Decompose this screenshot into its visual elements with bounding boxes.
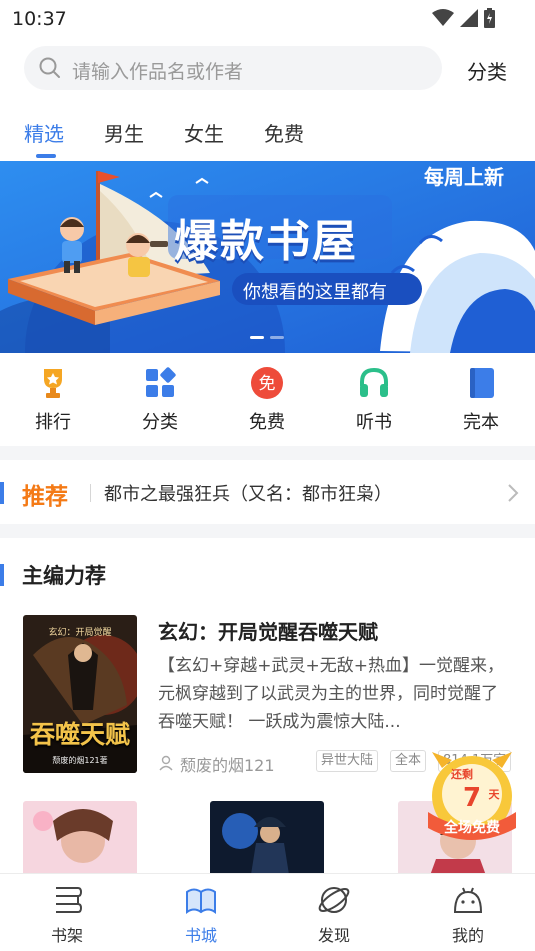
book-cover[interactable] bbox=[210, 801, 324, 873]
recommend-text: 都市之最强狂兵（又名：都市狂枭） bbox=[104, 484, 392, 505]
section-divider bbox=[0, 446, 535, 460]
author-icon bbox=[159, 755, 173, 771]
quick-entry-ranking[interactable]: 排行 bbox=[18, 366, 88, 434]
quick-entries: 排行 分类 免 免费 听书 完本 bbox=[0, 366, 535, 438]
recommend-separator bbox=[90, 484, 91, 502]
banner[interactable]: 爆款书屋 你想看的这里都有 每周上新 bbox=[0, 161, 535, 353]
trophy-icon bbox=[44, 369, 62, 398]
tab-male[interactable]: 男生 bbox=[104, 118, 144, 147]
section-accent bbox=[0, 564, 4, 586]
nav-label: 我的 bbox=[451, 926, 484, 945]
wifi-icon bbox=[432, 9, 454, 26]
nav-discover[interactable]: 发现 bbox=[294, 884, 374, 946]
nav-label: 书架 bbox=[50, 926, 83, 945]
svg-text:免: 免 bbox=[259, 374, 276, 394]
quick-entry-audio[interactable]: 听书 bbox=[339, 366, 409, 434]
section-title: 主编力荐 bbox=[22, 564, 106, 588]
book-cover: 玄幻：开局觉醒 吞噬天赋 颓废的烟121著 bbox=[23, 615, 137, 773]
battery-icon bbox=[484, 8, 495, 28]
book-cover[interactable] bbox=[23, 801, 137, 873]
book-tag: 全本 bbox=[390, 750, 427, 772]
search-row: 请输入作品名或作者 分类 bbox=[0, 44, 535, 94]
book-description: 【玄幻+穿越+武灵+无敌+热血】一觉醒来，元枫穿越到了以武灵为主的世界，同时觉醒… bbox=[158, 656, 504, 732]
promo-bottom: 全场免费 bbox=[443, 819, 500, 836]
signal-icon bbox=[460, 9, 478, 27]
chevron-right-icon bbox=[508, 484, 519, 502]
channel-tabs: 精选 男生 女生 免费 bbox=[0, 114, 535, 162]
quick-entry-completed[interactable]: 完本 bbox=[446, 366, 516, 434]
banner-badge: 每周上新 bbox=[424, 165, 504, 189]
banner-subtitle: 你想看的这里都有 bbox=[243, 282, 387, 303]
section-header: 主编力荐 bbox=[0, 556, 535, 596]
tab-free[interactable]: 免费 bbox=[264, 118, 304, 147]
cover-author: 颓废的烟121著 bbox=[52, 756, 108, 765]
book-title: 玄幻：开局觉醒吞噬天赋 bbox=[158, 620, 378, 644]
headphones-icon bbox=[360, 367, 388, 397]
banner-title: 爆款书屋 bbox=[174, 216, 358, 267]
promo-top: 还剩 bbox=[450, 767, 473, 781]
book-icon bbox=[470, 368, 494, 398]
free-icon: 免 bbox=[251, 367, 283, 399]
book-author: 颓废的烟121 bbox=[180, 756, 275, 775]
grid-icon bbox=[146, 367, 176, 397]
nav-label: 发现 bbox=[317, 926, 350, 945]
search-placeholder: 请输入作品名或作者 bbox=[72, 61, 244, 83]
bookshelf-icon bbox=[56, 887, 83, 913]
quick-entry-label: 免费 bbox=[249, 412, 285, 433]
planet-icon bbox=[318, 887, 350, 913]
search-icon bbox=[39, 57, 60, 78]
bottom-nav: 书架 书城 发现 我的 bbox=[0, 873, 535, 951]
tab-featured[interactable]: 精选 bbox=[24, 118, 64, 147]
nav-profile[interactable]: 我的 bbox=[428, 884, 508, 946]
book-tag: 异世大陆 bbox=[316, 750, 379, 772]
cover-top-text: 玄幻：开局觉醒 bbox=[48, 628, 112, 638]
status-time: 10:37 bbox=[12, 8, 67, 30]
nav-bookstore[interactable]: 书城 bbox=[161, 884, 241, 946]
search-input[interactable]: 请输入作品名或作者 bbox=[24, 46, 442, 90]
cover-title: 吞噬天赋 bbox=[29, 720, 130, 749]
status-bar: 10:37 bbox=[0, 0, 535, 38]
recommend-tag: 推荐 bbox=[22, 484, 68, 510]
promo-badge[interactable]: 7 还剩 天 全场免费 bbox=[422, 748, 522, 848]
section-divider bbox=[0, 524, 535, 538]
promo-unit: 天 bbox=[489, 788, 501, 801]
recommend-accent bbox=[0, 482, 4, 504]
tab-female[interactable]: 女生 bbox=[184, 118, 224, 147]
quick-entry-label: 排行 bbox=[35, 412, 71, 433]
nav-label: 书城 bbox=[184, 926, 217, 945]
quick-entry-label: 分类 bbox=[142, 412, 178, 433]
quick-entry-label: 听书 bbox=[356, 412, 392, 433]
quick-entry-category[interactable]: 分类 bbox=[125, 366, 195, 434]
bookstore-icon bbox=[186, 888, 216, 914]
quick-entry-label: 完本 bbox=[463, 412, 499, 433]
promo-badge-art: 7 还剩 天 全场免费 bbox=[428, 752, 516, 840]
profile-icon bbox=[453, 887, 483, 913]
quick-entry-free[interactable]: 免 免费 bbox=[232, 366, 302, 434]
promo-days: 7 bbox=[463, 783, 481, 813]
status-icons bbox=[432, 8, 495, 28]
nav-bookshelf[interactable]: 书架 bbox=[27, 884, 107, 946]
recommend-bar[interactable]: 推荐 都市之最强狂兵（又名：都市狂枭） bbox=[0, 462, 535, 524]
category-button[interactable]: 分类 bbox=[467, 56, 507, 85]
active-tab-indicator bbox=[36, 154, 56, 158]
